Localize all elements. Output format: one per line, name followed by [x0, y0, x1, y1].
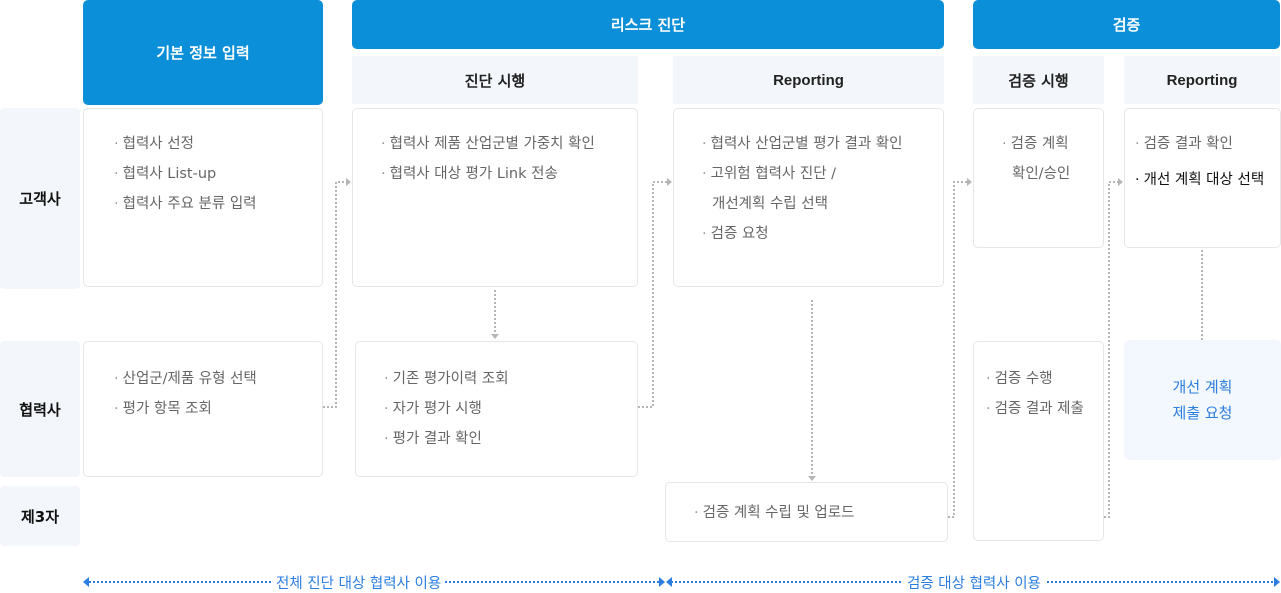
connector-diagnosis-to-reporting [638, 181, 667, 408]
connector-verification-to-reporting [1104, 181, 1118, 518]
arrow-right-icon [667, 178, 672, 186]
connector-layer [83, 178, 1280, 587]
arrow-left-icon [83, 577, 89, 587]
range-label-all-partners: 전체 진단 대상 협력사 이용 [272, 572, 446, 593]
connector-basic-to-diagnosis [323, 181, 346, 408]
arrow-left-icon [666, 577, 672, 587]
connector-third-party-to-verification [948, 181, 967, 518]
arrow-down-icon [808, 476, 816, 481]
arrow-right-icon [659, 577, 665, 587]
range-label-verified-partners: 검증 대상 협력사 이용 [903, 572, 1045, 593]
arrow-right-icon [1274, 577, 1280, 587]
arrow-right-icon [967, 178, 972, 186]
arrow-right-icon [1118, 178, 1123, 186]
arrow-down-icon [491, 334, 499, 339]
arrow-right-icon [346, 178, 351, 186]
